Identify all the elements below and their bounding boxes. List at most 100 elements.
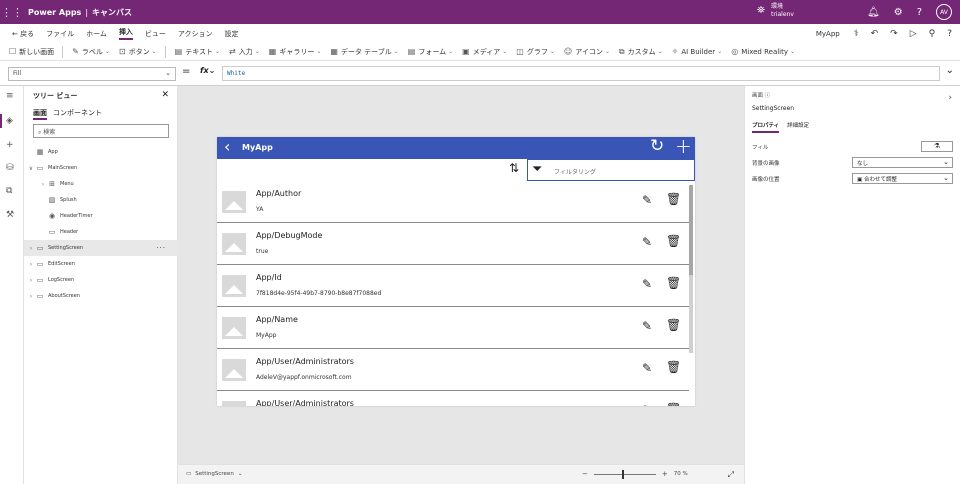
tab-advanced[interactable]: 詳細設定 bbox=[787, 121, 809, 133]
ribbon-mixed-reality[interactable]: ◎ Mixed Reality ⌄ bbox=[731, 47, 795, 56]
ribbon-new-screen[interactable]: ☐ 新しい画面 bbox=[9, 47, 54, 57]
edit-icon[interactable]: ✎ bbox=[642, 319, 652, 333]
back-icon[interactable]: ‹ bbox=[224, 138, 230, 156]
tab-screens[interactable]: 画面 bbox=[33, 108, 47, 120]
tree-node[interactable]: ◉ HeaderTimer bbox=[24, 208, 178, 224]
ribbon-gallery[interactable]: ▦ ギャラリー ⌄ bbox=[269, 47, 322, 57]
trash-icon[interactable]: 🗑︎ bbox=[666, 402, 681, 406]
undo-icon[interactable]: ↶ bbox=[871, 29, 879, 39]
ribbon-form[interactable]: ▤ フォーム ⌄ bbox=[408, 47, 453, 57]
avatar[interactable]: AV bbox=[936, 4, 952, 20]
data-icon[interactable]: ⛁ bbox=[6, 163, 14, 173]
tree-node[interactable]: ▨ Splush bbox=[24, 192, 178, 208]
expand-chevron-icon[interactable]: › bbox=[39, 181, 47, 188]
tree-node[interactable]: › ▭ SettingScreen ··· bbox=[24, 240, 178, 256]
fit-to-window-icon[interactable]: ⤢ bbox=[728, 470, 734, 480]
menu-file[interactable]: ファイル bbox=[46, 29, 74, 39]
help-icon[interactable]: ? bbox=[917, 7, 922, 18]
ribbon-icons[interactable]: ☺ アイコン ⌄ bbox=[564, 47, 610, 57]
zoom-thumb[interactable] bbox=[621, 469, 624, 479]
gallery-item[interactable]: App/DebugMode true ✎ 🗑︎ bbox=[217, 223, 689, 265]
scroll-thumb[interactable] bbox=[689, 185, 693, 275]
trash-icon[interactable]: 🗑︎ bbox=[666, 192, 681, 206]
gallery-item[interactable]: App/Author YA ✎ 🗑︎ bbox=[217, 181, 689, 223]
screen-selector[interactable]: ▭ SettingScreen ⌄ bbox=[186, 471, 242, 477]
plus-icon[interactable]: + bbox=[6, 140, 14, 150]
zoom-slider[interactable] bbox=[593, 469, 656, 479]
share-icon[interactable]: ⚲ bbox=[929, 29, 936, 39]
property-selector[interactable]: Fill ⌄ bbox=[8, 67, 176, 81]
help-icon[interactable]: ? bbox=[947, 29, 952, 39]
tree-node[interactable]: › ▭ AboutScreen bbox=[24, 288, 178, 304]
gallery-item[interactable]: App/User/Administrators AdeleV@yappf.onmi… bbox=[217, 349, 689, 391]
gear-icon[interactable]: ⚙ bbox=[894, 7, 903, 18]
app-launcher-icon[interactable]: ⋮⋮ bbox=[0, 0, 24, 24]
menu-insert[interactable]: 挿入 bbox=[118, 27, 133, 40]
zoom-out-icon[interactable]: − bbox=[582, 470, 588, 478]
zoom-in-icon[interactable]: + bbox=[662, 470, 668, 478]
expand-chevron-icon[interactable]: › bbox=[27, 245, 35, 252]
edit-icon[interactable]: ✎ bbox=[642, 403, 652, 406]
expand-chevron-icon[interactable]: › bbox=[27, 293, 35, 300]
trash-icon[interactable]: 🗑︎ bbox=[666, 318, 681, 332]
hamburger-icon[interactable]: ≡ bbox=[6, 91, 14, 101]
tree-node[interactable]: › ▭ LogScreen bbox=[24, 272, 178, 288]
play-icon[interactable]: ▷ bbox=[910, 29, 917, 39]
filter-input[interactable]: ⏷ フィルタリング bbox=[527, 159, 695, 181]
help-icon[interactable]: ⓘ bbox=[765, 93, 771, 99]
more-options-icon[interactable]: ··· bbox=[156, 244, 166, 252]
tools-icon[interactable]: ⚒ bbox=[6, 210, 14, 220]
tree-search-input[interactable]: ⌕ 検索 bbox=[33, 124, 169, 138]
chevron-right-icon[interactable]: › bbox=[948, 93, 952, 103]
menu-settings[interactable]: 設定 bbox=[225, 29, 239, 39]
bell-icon[interactable]: 🔔︎ bbox=[867, 7, 880, 18]
tree-node[interactable]: ▭ Header bbox=[24, 224, 178, 240]
edit-icon[interactable]: ✎ bbox=[642, 193, 652, 207]
expand-chevron-icon[interactable]: ∨ bbox=[27, 165, 35, 172]
gallery-item[interactable]: App/User/Administrators ✎ 🗑︎ bbox=[217, 391, 689, 406]
edit-icon[interactable]: ✎ bbox=[642, 361, 652, 375]
ribbon-button[interactable]: ⊡ ボタン ⌄ bbox=[119, 47, 157, 57]
trash-icon[interactable]: 🗑︎ bbox=[666, 360, 681, 374]
gallery-scrollbar[interactable] bbox=[689, 185, 693, 353]
menu-action[interactable]: アクション bbox=[178, 29, 213, 39]
close-icon[interactable]: ✕ bbox=[161, 90, 169, 100]
sort-icon[interactable]: ⇅ bbox=[509, 161, 519, 175]
ribbon-custom[interactable]: ⧉ カスタム ⌄ bbox=[619, 47, 663, 57]
gallery-item[interactable]: App/Id 7f818d4e-95f4-49b7-8790-b8e87f7088… bbox=[217, 265, 689, 307]
trash-icon[interactable]: 🗑︎ bbox=[666, 276, 681, 290]
bg-image-dropdown[interactable]: なし ⌄ bbox=[852, 157, 953, 168]
environment-picker[interactable]: ⛯ 環境 trialenv bbox=[757, 3, 794, 19]
tree-view-icon[interactable]: ◈ bbox=[6, 116, 13, 126]
menu-back[interactable]: ← 戻る bbox=[12, 29, 34, 39]
ribbon-chart[interactable]: ◫ グラフ ⌄ bbox=[516, 47, 555, 57]
expand-chevron-icon[interactable]: › bbox=[27, 261, 35, 268]
tree-node[interactable]: › ⊞ Menu bbox=[24, 176, 178, 192]
fill-color-picker[interactable]: ⚗ bbox=[921, 141, 953, 152]
edit-icon[interactable]: ✎ bbox=[642, 235, 652, 249]
edit-icon[interactable]: ✎ bbox=[642, 277, 652, 291]
expand-chevron-icon[interactable]: › bbox=[27, 277, 35, 284]
refresh-icon[interactable]: ↻ bbox=[650, 137, 664, 156]
image-position-dropdown[interactable]: ▣ 合わせて調整 ⌄ bbox=[852, 173, 953, 184]
ribbon-ai-builder[interactable]: ✧ AI Builder ⌄ bbox=[672, 47, 723, 56]
fx-icon[interactable]: fx⌄ bbox=[200, 66, 215, 75]
ribbon-datatable[interactable]: ▦ データ テーブル ⌄ bbox=[330, 47, 398, 57]
tree-node[interactable]: › ▭ EditScreen bbox=[24, 256, 178, 272]
formula-input[interactable]: White bbox=[222, 66, 940, 81]
tab-components[interactable]: コンポーネント bbox=[53, 108, 102, 120]
ribbon-media[interactable]: ▣ メディア ⌄ bbox=[462, 47, 507, 57]
gallery-item[interactable]: App/Name MyApp ✎ 🗑︎ bbox=[217, 307, 689, 349]
app-checker-icon[interactable]: ⚕ bbox=[854, 29, 859, 39]
expand-formula-icon[interactable]: ⌄ bbox=[946, 65, 954, 76]
add-icon[interactable]: + bbox=[675, 137, 692, 158]
ribbon-label[interactable]: ✎ ラベル ⌄ bbox=[72, 47, 110, 57]
tab-properties[interactable]: プロパティ bbox=[752, 121, 780, 133]
ribbon-input[interactable]: ⇄ 入力 ⌄ bbox=[229, 47, 260, 57]
trash-icon[interactable]: 🗑︎ bbox=[666, 234, 681, 248]
tree-node[interactable]: ▦ App bbox=[24, 144, 178, 160]
menu-home[interactable]: ホーム bbox=[86, 29, 107, 39]
media-icon[interactable]: ⧉ bbox=[6, 186, 12, 196]
tree-node[interactable]: ∨ ▭ MainScreen bbox=[24, 160, 178, 176]
redo-icon[interactable]: ↷ bbox=[890, 29, 898, 39]
